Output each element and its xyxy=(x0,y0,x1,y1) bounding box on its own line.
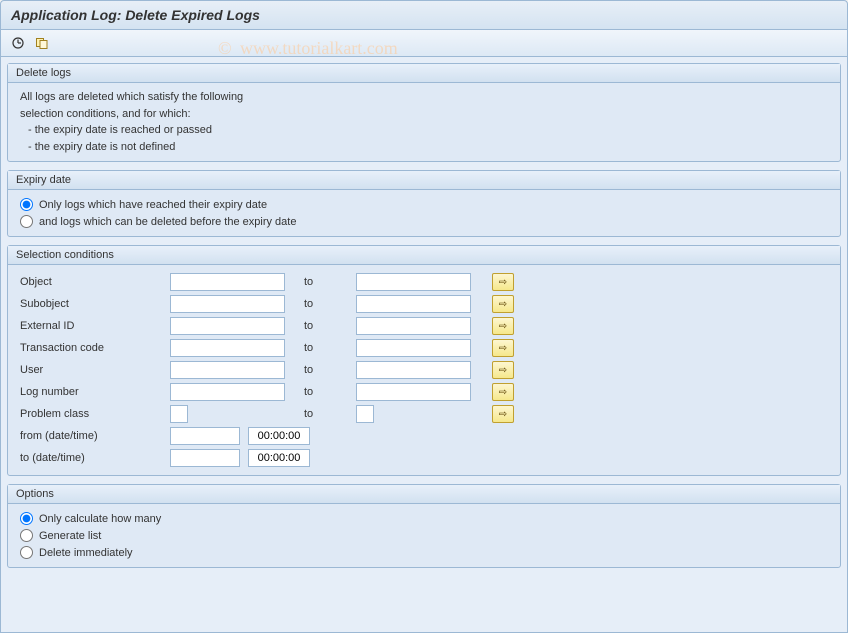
input-object-from[interactable] xyxy=(170,273,285,291)
radio-label: Only logs which have reached their expir… xyxy=(39,199,267,211)
multiple-selection-button[interactable]: ⇨ xyxy=(492,317,514,335)
multiple-selection-button[interactable]: ⇨ xyxy=(492,273,514,291)
execute-icon[interactable] xyxy=(9,34,27,52)
multiple-selection-button[interactable]: ⇨ xyxy=(492,295,514,313)
variant-icon[interactable] xyxy=(33,34,51,52)
range-separator: to xyxy=(304,298,342,310)
field-label: Problem class xyxy=(20,408,170,420)
selection-row: Transaction code to ⇨ xyxy=(20,337,828,359)
input-log number-from[interactable] xyxy=(170,383,285,401)
multiple-selection-button[interactable]: ⇨ xyxy=(492,405,514,423)
selection-row-problem-class: Problem class to ⇨ xyxy=(20,403,828,425)
radio-label: Only calculate how many xyxy=(39,513,161,525)
radio-delete-immediately[interactable] xyxy=(20,546,33,559)
selection-row-to-datetime: to (date/time) xyxy=(20,447,828,469)
input-external id-to[interactable] xyxy=(356,317,471,335)
radio-calc-only[interactable] xyxy=(20,512,33,525)
group-header-delete-logs: Delete logs xyxy=(8,64,840,83)
input-from-date[interactable] xyxy=(170,427,240,445)
input-from-time[interactable] xyxy=(248,427,310,445)
radio-expiry-before[interactable] xyxy=(20,215,33,228)
info-text: - the expiry date is not defined xyxy=(28,139,828,156)
input-user-from[interactable] xyxy=(170,361,285,379)
toolbar xyxy=(0,30,848,57)
input-subobject-to[interactable] xyxy=(356,295,471,313)
info-text: - the expiry date is reached or passed xyxy=(28,122,828,139)
selection-row-from-datetime: from (date/time) xyxy=(20,425,828,447)
range-separator: to xyxy=(304,342,342,354)
radio-expiry-reached[interactable] xyxy=(20,198,33,211)
selection-row: Log number to ⇨ xyxy=(20,381,828,403)
info-text: All logs are deleted which satisfy the f… xyxy=(20,89,828,106)
range-separator: to xyxy=(304,276,342,288)
group-selection-conditions: Selection conditions Object to ⇨ Subobject t… xyxy=(7,245,841,476)
group-header-selection: Selection conditions xyxy=(8,246,840,265)
field-label: Log number xyxy=(20,386,170,398)
field-label: User xyxy=(20,364,170,376)
multiple-selection-button[interactable]: ⇨ xyxy=(492,361,514,379)
range-separator: to xyxy=(304,364,342,376)
input-transaction code-to[interactable] xyxy=(356,339,471,357)
field-label: to (date/time) xyxy=(20,452,170,464)
input-transaction code-from[interactable] xyxy=(170,339,285,357)
multiple-selection-button[interactable]: ⇨ xyxy=(492,383,514,401)
radio-label: Generate list xyxy=(39,530,101,542)
input-to-time[interactable] xyxy=(248,449,310,467)
range-separator: to xyxy=(304,408,342,420)
input-problem-class-from[interactable] xyxy=(170,405,188,423)
group-expiry-date: Expiry date Only logs which have reached… xyxy=(7,170,841,237)
group-header-options: Options xyxy=(8,485,840,504)
input-problem-class-to[interactable] xyxy=(356,405,374,423)
group-header-expiry: Expiry date xyxy=(8,171,840,190)
input-object-to[interactable] xyxy=(356,273,471,291)
input-external id-from[interactable] xyxy=(170,317,285,335)
field-label: External ID xyxy=(20,320,170,332)
radio-label: and logs which can be deleted before the… xyxy=(39,216,296,228)
field-label: Subobject xyxy=(20,298,170,310)
input-to-date[interactable] xyxy=(170,449,240,467)
selection-row: User to ⇨ xyxy=(20,359,828,381)
field-label: Object xyxy=(20,276,170,288)
radio-label: Delete immediately xyxy=(39,547,133,559)
page-title: Application Log: Delete Expired Logs xyxy=(0,0,848,30)
input-user-to[interactable] xyxy=(356,361,471,379)
content-area: Delete logs All logs are deleted which s… xyxy=(0,57,848,633)
info-text: selection conditions, and for which: xyxy=(20,106,828,123)
group-delete-logs: Delete logs All logs are deleted which s… xyxy=(7,63,841,162)
field-label: Transaction code xyxy=(20,342,170,354)
group-options: Options Only calculate how many Generate… xyxy=(7,484,841,568)
field-label: from (date/time) xyxy=(20,430,170,442)
input-log number-to[interactable] xyxy=(356,383,471,401)
range-separator: to xyxy=(304,386,342,398)
range-separator: to xyxy=(304,320,342,332)
selection-row: External ID to ⇨ xyxy=(20,315,828,337)
radio-generate-list[interactable] xyxy=(20,529,33,542)
selection-row: Object to ⇨ xyxy=(20,271,828,293)
input-subobject-from[interactable] xyxy=(170,295,285,313)
selection-row: Subobject to ⇨ xyxy=(20,293,828,315)
multiple-selection-button[interactable]: ⇨ xyxy=(492,339,514,357)
